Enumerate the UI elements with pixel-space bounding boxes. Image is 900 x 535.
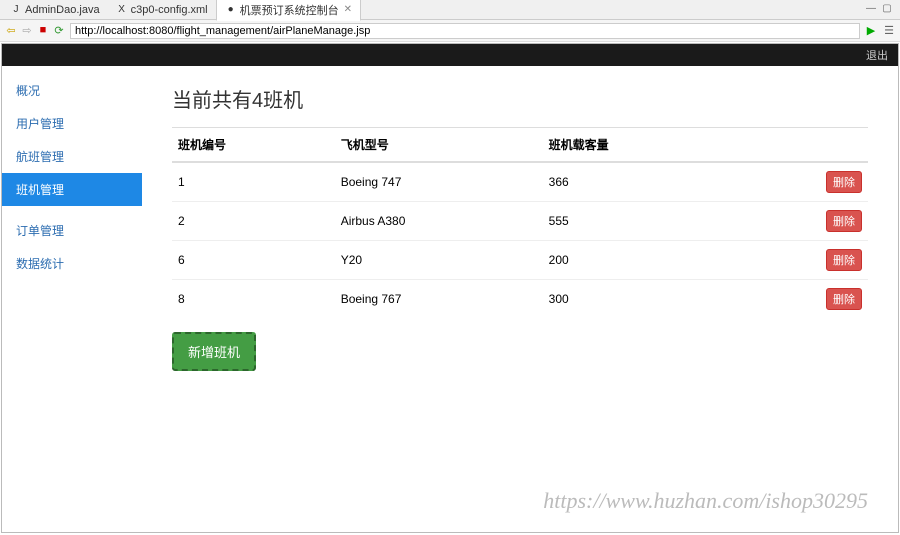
add-plane-button[interactable]: 新增班机 <box>172 332 256 371</box>
column-header: 飞机型号 <box>335 128 543 163</box>
plane-table: 班机编号飞机型号班机载客量 1 Boeing 747 366 删除 2 Airb… <box>172 127 868 318</box>
sidebar-item[interactable]: 概况 <box>2 74 142 107</box>
cell-model: Boeing 767 <box>335 280 543 319</box>
tab-label: AdminDao.java <box>25 4 100 16</box>
sidebar: 概况用户管理航班管理班机管理订单管理数据统计 <box>2 66 142 532</box>
file-icon: J <box>10 4 22 16</box>
table-row: 6 Y20 200 删除 <box>172 241 868 280</box>
cell-id: 6 <box>172 241 335 280</box>
refresh-icon[interactable]: ⟳ <box>52 24 66 38</box>
table-row: 2 Airbus A380 555 删除 <box>172 202 868 241</box>
back-icon[interactable]: ⇦ <box>4 24 18 38</box>
app-frame: 退出 概况用户管理航班管理班机管理订单管理数据统计 当前共有4班机 班机编号飞机… <box>1 43 899 533</box>
ide-tab[interactable]: Xc3p0-config.xml <box>108 0 216 21</box>
app-topbar: 退出 <box>2 44 898 66</box>
column-header <box>738 128 868 163</box>
ide-tab-bar: JAdminDao.javaXc3p0-config.xml●机票预订系统控制台… <box>0 0 900 20</box>
cell-capacity: 200 <box>543 241 738 280</box>
file-icon: X <box>116 4 128 16</box>
file-icon: ● <box>225 4 237 16</box>
column-header: 班机编号 <box>172 128 335 163</box>
browser-menu-icon[interactable]: ☰ <box>882 24 896 38</box>
minimize-icon[interactable]: — <box>864 3 878 17</box>
column-header: 班机载客量 <box>543 128 738 163</box>
ide-tab[interactable]: JAdminDao.java <box>2 0 108 21</box>
stop-icon[interactable]: ■ <box>36 24 50 38</box>
browser-toolbar: ⇦ ⇨ ■ ⟳ ▶ ☰ <box>0 20 900 42</box>
nav-buttons: ⇦ ⇨ ■ ⟳ <box>4 24 66 38</box>
cell-capacity: 555 <box>543 202 738 241</box>
table-row: 1 Boeing 747 366 删除 <box>172 162 868 202</box>
delete-button[interactable]: 删除 <box>826 210 862 232</box>
ide-tab[interactable]: ●机票预订系统控制台 ✕ <box>216 0 361 21</box>
delete-button[interactable]: 删除 <box>826 171 862 193</box>
cell-capacity: 300 <box>543 280 738 319</box>
table-row: 8 Boeing 767 300 删除 <box>172 280 868 319</box>
maximize-icon[interactable]: ▢ <box>880 3 894 17</box>
forward-icon[interactable]: ⇨ <box>20 24 34 38</box>
cell-id: 1 <box>172 162 335 202</box>
tab-label: 机票预订系统控制台 <box>240 2 339 18</box>
sidebar-item[interactable]: 用户管理 <box>2 107 142 140</box>
main-content: 当前共有4班机 班机编号飞机型号班机载客量 1 Boeing 747 366 删… <box>142 66 898 532</box>
url-input[interactable] <box>70 23 860 39</box>
cell-model: Y20 <box>335 241 543 280</box>
sidebar-item[interactable]: 数据统计 <box>2 247 142 280</box>
go-icon[interactable]: ▶ <box>864 24 878 38</box>
cell-model: Airbus A380 <box>335 202 543 241</box>
sidebar-item[interactable]: 航班管理 <box>2 140 142 173</box>
cell-id: 8 <box>172 280 335 319</box>
tab-label: c3p0-config.xml <box>131 4 208 16</box>
ide-tab-controls: — ▢ <box>864 3 898 17</box>
sidebar-item[interactable]: 班机管理 <box>2 173 142 206</box>
logout-link[interactable]: 退出 <box>866 47 888 63</box>
close-icon[interactable]: ✕ <box>344 4 352 15</box>
delete-button[interactable]: 删除 <box>826 249 862 271</box>
cell-model: Boeing 747 <box>335 162 543 202</box>
page-title: 当前共有4班机 <box>172 84 868 113</box>
cell-id: 2 <box>172 202 335 241</box>
sidebar-item[interactable]: 订单管理 <box>2 214 142 247</box>
cell-capacity: 366 <box>543 162 738 202</box>
delete-button[interactable]: 删除 <box>826 288 862 310</box>
